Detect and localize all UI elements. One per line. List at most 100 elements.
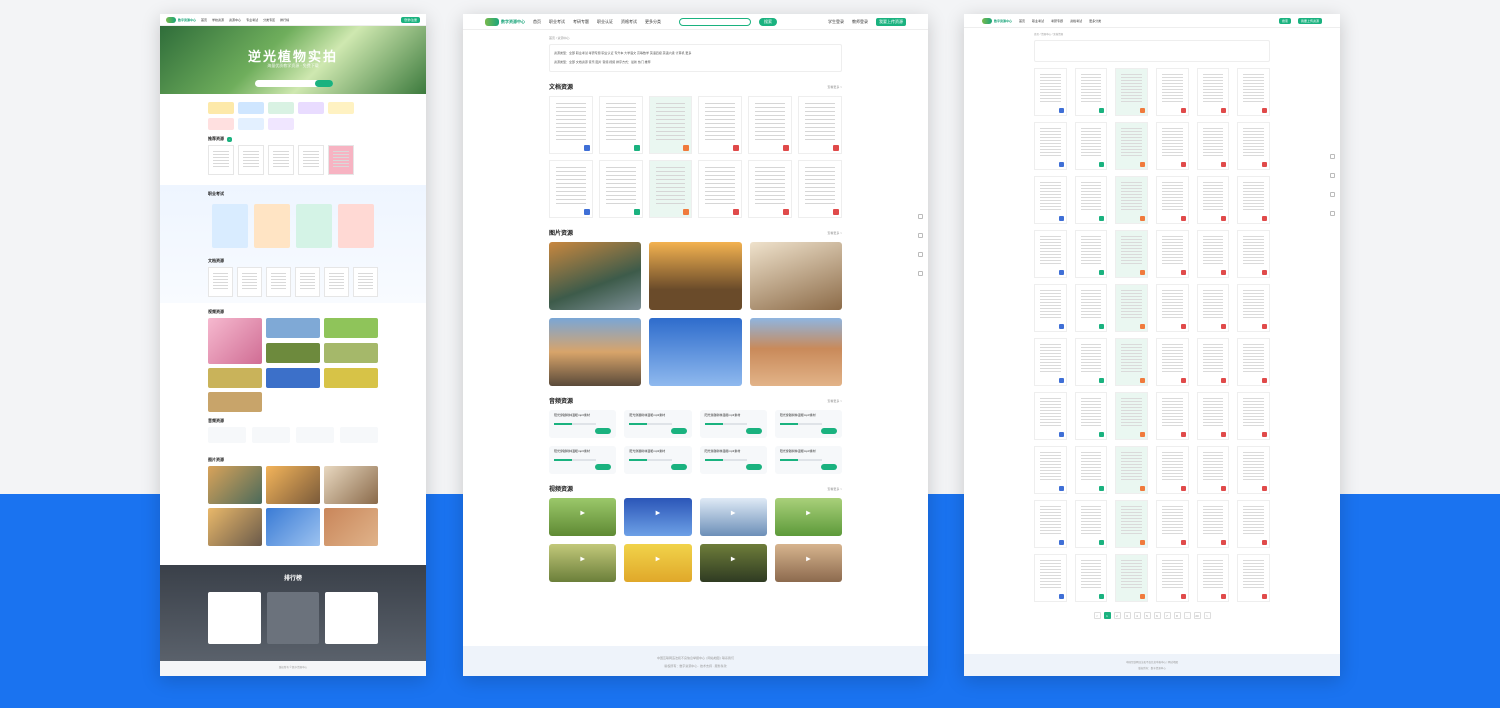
audio-card[interactable] xyxy=(208,427,246,443)
nav-item[interactable]: 首页 xyxy=(533,19,541,25)
doc-card[interactable] xyxy=(1237,338,1270,386)
doc-card[interactable] xyxy=(1074,554,1108,602)
category-card[interactable] xyxy=(298,102,324,114)
doc-thumb[interactable] xyxy=(324,267,349,297)
doc-card[interactable] xyxy=(1074,122,1108,170)
doc-thumb[interactable] xyxy=(266,267,291,297)
nav-item[interactable]: 资格考试 xyxy=(621,19,637,25)
video-card[interactable] xyxy=(549,544,617,582)
nav-item[interactable]: 学校资源 xyxy=(212,18,224,22)
doc-card[interactable] xyxy=(1115,176,1148,224)
page-button[interactable]: < xyxy=(1093,612,1101,619)
doc-card[interactable] xyxy=(1237,230,1270,278)
doc-thumb[interactable] xyxy=(295,267,320,297)
doc-card[interactable] xyxy=(1115,446,1148,494)
picture-thumb[interactable] xyxy=(208,508,262,546)
more-link[interactable]: 查看更多 > xyxy=(827,85,842,89)
page-button[interactable]: > xyxy=(1203,612,1211,619)
category-card[interactable] xyxy=(328,102,354,114)
doc-card[interactable] xyxy=(1237,446,1270,494)
video-thumb[interactable] xyxy=(324,343,378,363)
page-button[interactable]: 8 xyxy=(1173,612,1181,619)
doc-card[interactable] xyxy=(1034,392,1067,440)
audio-card[interactable]: 阳光穿越树林温暖mp3素材 xyxy=(624,446,692,474)
doc-card[interactable] xyxy=(1074,500,1108,548)
picture-thumb[interactable] xyxy=(266,466,320,504)
nav-item[interactable]: 排行榜 xyxy=(280,18,289,22)
doc-card[interactable] xyxy=(1034,176,1067,224)
doc-card[interactable] xyxy=(1196,230,1230,278)
search-input[interactable] xyxy=(679,17,751,26)
video-card[interactable] xyxy=(774,498,842,536)
doc-card[interactable] xyxy=(1237,68,1270,116)
exam-card[interactable] xyxy=(338,204,374,248)
doc-card[interactable] xyxy=(1115,500,1148,548)
catalog-logo[interactable]: 数字资源中心 xyxy=(982,17,1012,24)
nav-item[interactable]: 职业考试 xyxy=(549,19,565,25)
doc-card[interactable] xyxy=(1074,392,1108,440)
video-thumb[interactable] xyxy=(324,318,378,338)
upload-button[interactable]: 我要上传资源 xyxy=(1297,17,1322,24)
doc-thumb[interactable] xyxy=(208,145,234,175)
doc-card[interactable] xyxy=(748,96,793,154)
back-to-top-icon[interactable] xyxy=(917,271,923,276)
video-thumb[interactable] xyxy=(208,368,262,388)
nav-item[interactable]: 资格考试 xyxy=(1070,19,1082,23)
page-button[interactable]: 3 xyxy=(1123,612,1131,619)
nav-item[interactable]: 更多分类 xyxy=(645,19,661,25)
ranking-card[interactable] xyxy=(208,592,261,644)
video-card[interactable] xyxy=(624,498,692,536)
picture-thumb[interactable] xyxy=(208,466,262,504)
doc-card[interactable] xyxy=(1074,284,1108,332)
picture-card[interactable] xyxy=(749,318,842,386)
doc-card[interactable] xyxy=(1196,284,1230,332)
nav-item[interactable]: 更多分类 xyxy=(1089,19,1101,23)
doc-card[interactable] xyxy=(1156,284,1189,332)
more-link[interactable]: 查看更多 > xyxy=(827,231,842,235)
picture-thumb[interactable] xyxy=(324,466,378,504)
doc-card[interactable] xyxy=(1156,176,1189,224)
feedback-icon[interactable] xyxy=(917,214,923,219)
audio-card[interactable] xyxy=(296,427,334,443)
download-button[interactable] xyxy=(670,428,687,434)
nav-item[interactable]: 首页 xyxy=(201,18,207,22)
category-card[interactable] xyxy=(268,118,294,130)
doc-card[interactable] xyxy=(648,96,693,154)
nav-item[interactable]: 考研专题 xyxy=(573,19,589,25)
doc-card[interactable] xyxy=(1237,122,1270,170)
video-thumb[interactable] xyxy=(266,343,320,363)
doc-card[interactable] xyxy=(1074,446,1108,494)
doc-card[interactable] xyxy=(598,160,643,218)
video-thumb[interactable] xyxy=(266,318,320,338)
doc-card[interactable] xyxy=(748,160,793,218)
teacher-login-link[interactable]: 教师登录 xyxy=(852,19,868,25)
video-card[interactable] xyxy=(549,498,617,536)
doc-card[interactable] xyxy=(1196,122,1230,170)
page-button[interactable]: 20 xyxy=(1193,612,1201,619)
hero-search-input[interactable] xyxy=(255,80,333,87)
video-card[interactable] xyxy=(699,544,767,582)
login-button[interactable]: 登录/注册 xyxy=(401,16,420,23)
doc-card[interactable] xyxy=(1237,554,1270,602)
doc-card[interactable] xyxy=(1115,122,1148,170)
doc-card[interactable] xyxy=(698,160,743,218)
category-card[interactable] xyxy=(208,118,234,130)
more-link[interactable]: 查看更多 > xyxy=(827,399,842,403)
filter-panel[interactable] xyxy=(1034,40,1270,62)
doc-thumb[interactable] xyxy=(208,267,233,297)
doc-card[interactable] xyxy=(1237,176,1270,224)
upload-button[interactable]: 我要上传资源 xyxy=(876,17,906,26)
search-button[interactable] xyxy=(315,80,333,87)
audio-card[interactable]: 阳光穿越树林温暖mp3素材 xyxy=(549,410,617,438)
picture-card[interactable] xyxy=(549,318,642,386)
doc-card[interactable] xyxy=(1034,68,1067,116)
page-button[interactable]: 6 xyxy=(1153,612,1161,619)
doc-card[interactable] xyxy=(1156,338,1189,386)
doc-thumb[interactable] xyxy=(353,267,378,297)
doc-card[interactable] xyxy=(1156,230,1189,278)
doc-card[interactable] xyxy=(1034,446,1067,494)
doc-thumb[interactable] xyxy=(298,145,324,175)
nav-item[interactable]: 职业考试 xyxy=(1032,19,1044,23)
nav-item[interactable]: 首页 xyxy=(1019,19,1025,23)
download-button[interactable] xyxy=(821,464,837,470)
